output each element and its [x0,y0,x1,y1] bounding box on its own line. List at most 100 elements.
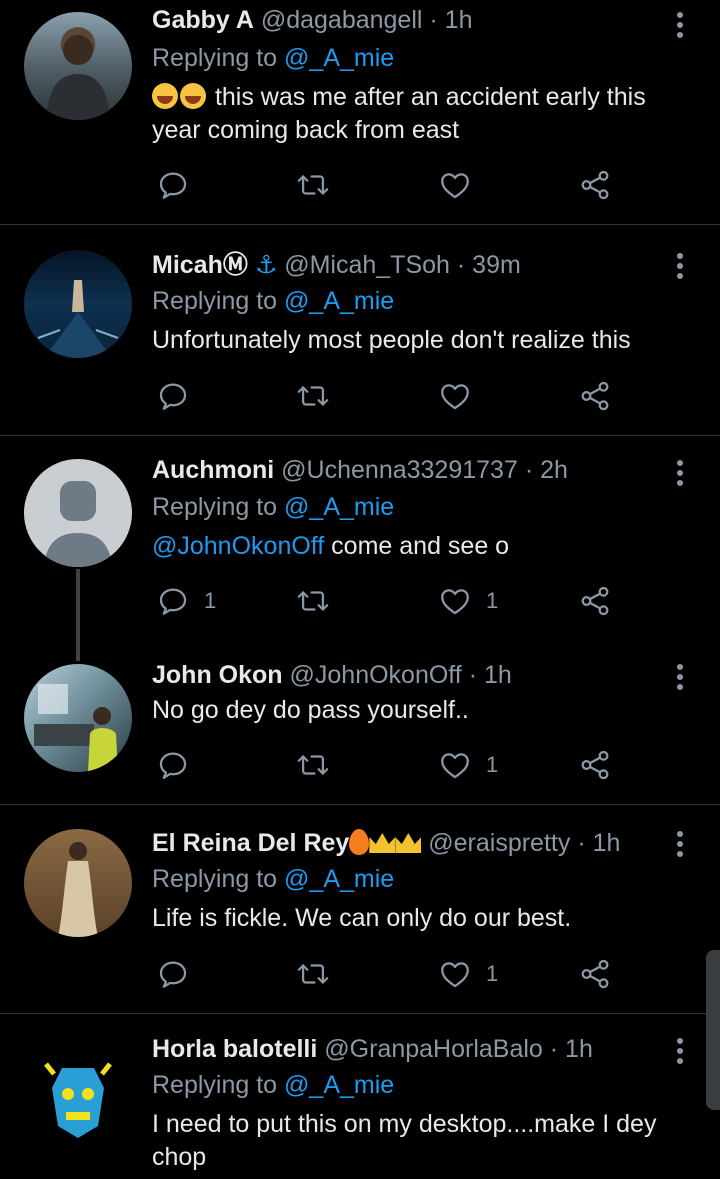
reply-button[interactable] [156,376,190,416]
tweet-actions: 1 [152,745,672,785]
tweet-text: @JohnOkonOff come and see o [152,530,692,563]
like-button[interactable]: 1 [438,954,498,994]
name-badge: Ⓜ [222,251,248,279]
timestamp[interactable]: · 1h [469,661,512,689]
replying-handle[interactable]: @_A_mie [284,287,394,315]
replying-to: Replying to @_A_mie [152,285,394,317]
display-name[interactable]: Horla balotelli [152,1035,317,1063]
tweet-body: come and see o [324,532,510,560]
retweet-button[interactable] [296,745,330,785]
share-button[interactable] [578,376,612,416]
replying-to: Replying to @_A_mie [152,1069,394,1101]
tweet-actions [152,165,672,205]
retweet-button[interactable] [296,581,330,621]
replying-handle[interactable]: @_A_mie [284,1071,394,1099]
replying-to: Replying to @_A_mie [152,863,394,895]
user-handle[interactable]: @Uchenna33291737 [281,456,518,484]
display-name[interactable]: Auchmoni [152,456,274,484]
replying-handle[interactable]: @_A_mie [284,493,394,521]
replying-prefix: Replying to [152,44,278,72]
tweet-card[interactable]: John Okon @JohnOkonOff · 1h No go dey do… [0,648,720,803]
replying-prefix: Replying to [152,865,278,893]
reply-button[interactable] [156,165,190,205]
mention-link[interactable]: @JohnOkonOff [152,532,324,560]
tweet-text: 😂😂 this was me after an accident early t… [152,81,692,147]
display-name[interactable]: Micah [152,251,223,279]
office-photo-icon [34,684,118,772]
retweet-icon [296,748,330,782]
timestamp[interactable]: · 1h [550,1035,593,1063]
tweet-card[interactable]: Auchmoni @Uchenna33291737 · 2h Replying … [0,436,720,661]
reply-icon [156,168,190,202]
retweet-button[interactable] [296,165,330,205]
timestamp[interactable]: · 39m [457,251,521,279]
reply-icon [156,379,190,413]
timestamp[interactable]: · 2h [525,456,568,484]
anchor-symbol: ⚓ [254,251,278,279]
reply-button[interactable] [156,745,190,785]
user-handle[interactable]: @Micah_TSoh [284,251,450,279]
avatar[interactable] [24,459,132,567]
default-avatar-icon [44,481,112,567]
reply-icon [156,748,190,782]
avatar[interactable] [24,829,132,937]
tweet-actions: 1 1 [152,581,672,621]
user-handle[interactable]: @JohnOkonOff [290,661,462,689]
display-name[interactable]: El Reina Del Rey [152,829,349,857]
replying-prefix: Replying to [152,1071,278,1099]
share-icon [578,957,612,991]
heart-icon [438,168,472,202]
mask-art-icon [44,1062,112,1138]
more-options-icon[interactable] [668,456,692,496]
user-handle[interactable]: @dagabangell [261,6,423,34]
replying-handle[interactable]: @_A_mie [284,44,394,72]
retweet-icon [296,379,330,413]
more-options-icon[interactable] [668,827,692,867]
display-name[interactable]: Gabby A [152,6,254,34]
share-button[interactable] [578,581,612,621]
tweet-card[interactable]: Gabby A @dagabangell · 1h Replying to @_… [0,0,720,224]
timestamp[interactable]: · 1h [429,6,472,34]
tweet-body: Unfortunately most people don't realize … [152,326,631,354]
avatar[interactable] [24,664,132,772]
like-button[interactable] [438,376,472,416]
tweet-card[interactable]: MicahⓂ ⚓ @Micah_TSoh · 39m Replying to @… [0,225,720,435]
user-handle[interactable]: @eraispretty [428,829,570,857]
share-icon [578,168,612,202]
tweet-header: Auchmoni @Uchenna33291737 · 2h [152,454,568,486]
display-name[interactable]: John Okon [152,661,283,689]
tweet-header: John Okon @JohnOkonOff · 1h [152,659,512,691]
replying-handle[interactable]: @_A_mie [284,865,394,893]
heart-icon [438,584,472,618]
share-button[interactable] [578,165,612,205]
retweet-button[interactable] [296,954,330,994]
share-button[interactable] [578,745,612,785]
more-options-icon[interactable] [668,660,692,700]
timestamp[interactable]: · 1h [577,829,620,857]
like-count: 1 [486,961,499,986]
reply-button[interactable] [156,954,190,994]
like-button[interactable] [438,165,472,205]
more-options-icon[interactable] [668,249,692,289]
avatar[interactable] [24,250,132,358]
share-button[interactable] [578,954,612,994]
scrollbar-thumb[interactable] [706,950,720,1110]
retweet-icon [296,584,330,618]
tweet-body: I need to put this on my desktop....make… [152,1110,657,1171]
tweet-card[interactable]: Horla balotelli @GranpaHorlaBalo · 1h Re… [0,1014,720,1179]
like-button[interactable]: 1 [438,745,498,785]
tweet-card[interactable]: El Reina Del Rey @eraispretty · 1h Reply… [0,805,720,1013]
reply-button[interactable]: 1 [156,581,216,621]
more-options-icon[interactable] [668,8,692,48]
reply-count: 1 [204,588,217,613]
more-options-icon[interactable] [668,1034,692,1074]
avatar[interactable] [24,12,132,120]
retweet-button[interactable] [296,376,330,416]
user-handle[interactable]: @GranpaHorlaBalo [324,1035,543,1063]
avatar[interactable] [24,1038,132,1146]
tweet-body: Life is fickle. We can only do our best. [152,904,572,932]
like-button[interactable]: 1 [438,581,498,621]
tweet-header: Gabby A @dagabangell · 1h [152,4,473,36]
person-photo-icon [46,35,110,120]
replying-prefix: Replying to [152,287,278,315]
